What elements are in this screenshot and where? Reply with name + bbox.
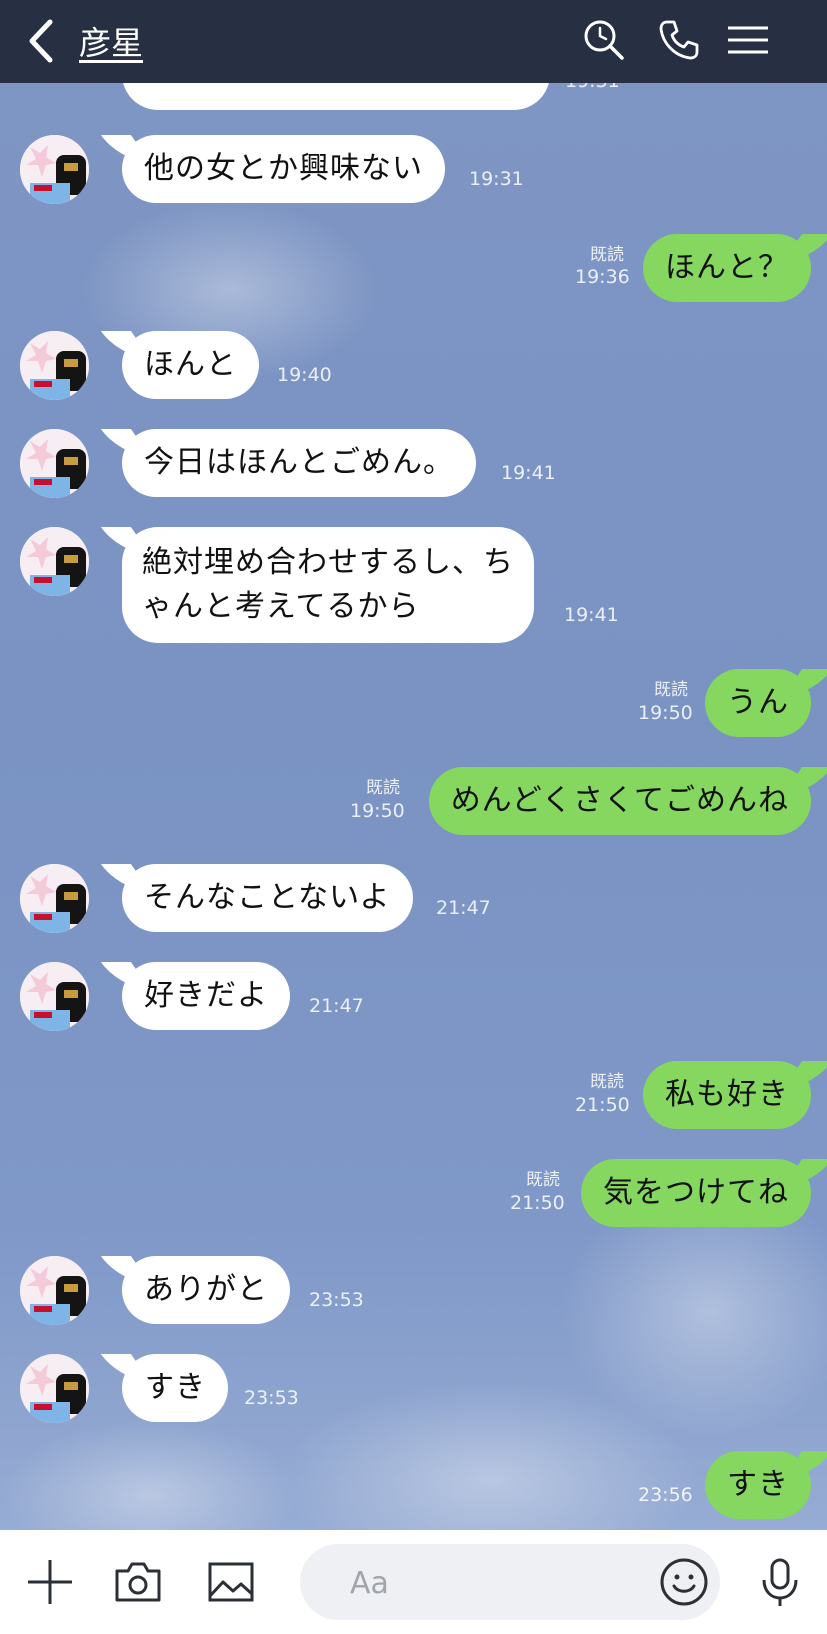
message-bubble[interactable]: めんどくさくてごめんね <box>428 767 811 835</box>
message-bubble[interactable]: 私も好き <box>643 1061 811 1129</box>
message-time: 21:47 <box>436 897 491 919</box>
avatar[interactable] <box>20 962 89 1031</box>
avatar-image-icon <box>20 331 89 400</box>
read-receipt: 既読 <box>590 1072 624 1092</box>
back-button[interactable] <box>22 14 62 68</box>
avatar[interactable] <box>20 429 89 498</box>
read-receipt: 既読 <box>590 245 624 265</box>
chat-title[interactable]: 彦星 <box>79 18 143 64</box>
message-bubble[interactable]: ありがと <box>122 1256 290 1324</box>
read-receipt: 既読 <box>526 1170 560 1190</box>
message-time: 19:31 <box>469 168 524 190</box>
message-time: 21:47 <box>309 995 364 1017</box>
avatar-image-icon <box>20 1354 89 1423</box>
message-bubble[interactable]: ほんと <box>122 331 259 399</box>
message-time: 19:50 <box>638 702 693 724</box>
message-bubble[interactable]: 気をつけてね <box>581 1159 811 1227</box>
avatar-image-icon <box>20 962 89 1031</box>
message-time: 21:50 <box>575 1094 630 1116</box>
avatar[interactable] <box>20 331 89 400</box>
avatar[interactable] <box>20 1354 89 1423</box>
message-bubble[interactable]: 他の女とか興味ない <box>122 135 445 203</box>
search-button[interactable] <box>580 16 628 64</box>
read-receipt: 既読 <box>366 778 400 798</box>
voice-button[interactable] <box>754 1556 806 1608</box>
message-time: 19:50 <box>350 800 405 822</box>
message-bubble[interactable]: ほんと？ <box>643 234 811 302</box>
message-text-line: 絶対埋め合わせするし、ち <box>142 545 514 580</box>
avatar-image-icon <box>20 864 89 933</box>
avatar-image-icon <box>20 527 89 596</box>
avatar[interactable] <box>20 135 89 204</box>
avatar-image-icon <box>20 1256 89 1325</box>
message-text-line: ゃんと考えてるから <box>142 589 420 624</box>
image-icon <box>208 1562 254 1602</box>
menu-button[interactable] <box>724 16 772 64</box>
message-bubble[interactable]: すき <box>122 1354 228 1422</box>
avatar-image-icon <box>20 135 89 204</box>
message-time: 23:53 <box>244 1387 299 1409</box>
phone-icon <box>659 20 699 60</box>
message-time: 23:56 <box>638 1484 693 1506</box>
microphone-icon <box>762 1558 798 1606</box>
message-time: 19:36 <box>575 266 630 288</box>
plus-icon <box>28 1560 72 1604</box>
emoji-button[interactable] <box>658 1556 710 1608</box>
avatar[interactable] <box>20 1256 89 1325</box>
message-bubble[interactable]: 絶対埋め合わせするし、ち ゃんと考えてるから <box>122 527 534 643</box>
search-icon <box>584 20 624 60</box>
message-input[interactable] <box>348 1560 632 1606</box>
emoji-icon <box>660 1558 708 1606</box>
chat-header: 彦星 <box>0 0 827 83</box>
avatar[interactable] <box>20 527 89 596</box>
message-time: 19:40 <box>277 364 332 386</box>
chevron-left-icon <box>29 19 53 63</box>
avatar-image-icon <box>20 429 89 498</box>
add-button[interactable] <box>24 1556 76 1608</box>
menu-icon <box>728 26 768 54</box>
image-button[interactable] <box>205 1556 257 1608</box>
read-receipt: 既読 <box>654 680 688 700</box>
message-bubble[interactable]: 今日はほんとごめん。 <box>122 429 476 497</box>
message-time: 19:41 <box>501 462 556 484</box>
message-input-container[interactable] <box>300 1544 720 1620</box>
message-bubble[interactable]: 好きだよ <box>122 962 290 1030</box>
message-bubble[interactable]: そんなことないよ <box>122 864 413 932</box>
camera-button[interactable] <box>112 1556 164 1608</box>
composer-bar <box>0 1530 827 1634</box>
message-time: 23:53 <box>309 1289 364 1311</box>
message-time: 21:50 <box>510 1192 565 1214</box>
message-bubble[interactable]: すき <box>705 1451 811 1519</box>
message-bubble[interactable]: うん <box>705 669 811 737</box>
camera-icon <box>115 1562 161 1602</box>
call-button[interactable] <box>655 16 703 64</box>
message-time: 19:41 <box>564 604 619 626</box>
avatar[interactable] <box>20 864 89 933</box>
